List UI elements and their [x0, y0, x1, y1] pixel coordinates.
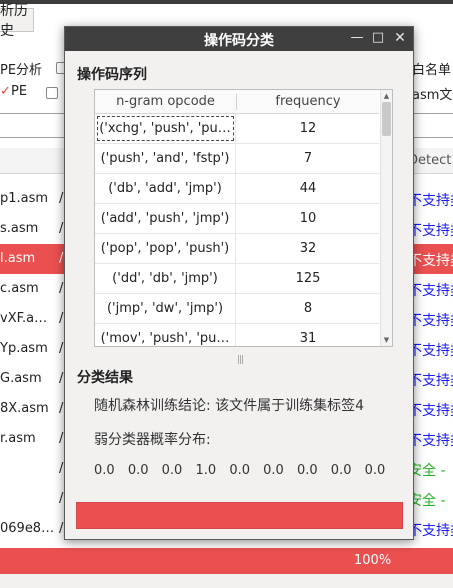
main-progress-text: 100% [354, 553, 392, 568]
table-row[interactable]: ('push', 'and', 'fstp') 7 [95, 144, 379, 174]
pe-checkmark-icon[interactable]: ✓ [0, 84, 11, 99]
file-name: s.asm [0, 221, 39, 236]
detect-status: 不支持类 [408, 223, 453, 239]
probability-value: 0.0 [296, 463, 318, 478]
file-name: c.asm [0, 281, 39, 296]
opcode-cell: ('db', 'add', 'jmp') [95, 174, 236, 203]
maximize-icon[interactable]: □ [370, 30, 386, 46]
table-row[interactable]: ('xchg', 'push', 'pu… 12 [95, 114, 379, 144]
opcode-cell: ('push', 'and', 'fstp') [95, 144, 236, 173]
table-row[interactable]: ('mov', 'push', 'pu… 31 [95, 324, 379, 346]
file-path: / [59, 341, 64, 356]
scroll-up-arrow-icon[interactable]: ▲ [381, 91, 392, 101]
pe-analysis-option-label: PE分析 [0, 63, 43, 78]
opcode-table: n-gram opcode frequency ('xchg', 'push',… [94, 89, 393, 347]
random-forest-conclusion: 随机森林训练结论: 该文件属于训练集标签4 [94, 398, 365, 414]
file-path: / [59, 371, 64, 386]
file-name: G.asm [0, 371, 42, 386]
table-row[interactable]: ('pop', 'pop', 'push') 32 [95, 234, 379, 264]
file-path: / [59, 401, 64, 416]
table-row[interactable]: ('dd', 'db', 'jmp') 125 [95, 264, 379, 294]
file-path: / [59, 191, 64, 206]
opcode-cell: ('mov', 'push', 'pu… [95, 324, 236, 346]
opcode-sequence-heading: 操作码序列 [77, 67, 147, 83]
tab-analysis-history-label: 析历史 [0, 3, 28, 39]
frequency-cell: 10 [299, 211, 317, 226]
file-name: l.asm [0, 251, 36, 266]
detect-status: 不支持类 [408, 403, 453, 419]
column-header-ngram-opcode[interactable]: n-gram opcode [95, 94, 236, 109]
opcode-cell: ('add', 'push', 'jmp') [95, 204, 236, 233]
window-top-strip [0, 0, 453, 4]
frequency-cell: 32 [299, 241, 317, 256]
opcode-table-header: n-gram opcode frequency [95, 90, 379, 114]
frequency-cell: 7 [303, 151, 313, 166]
frequency-cell: 31 [299, 331, 317, 346]
probability-value: 0.0 [364, 463, 386, 478]
detect-status: 不支持类 [408, 253, 453, 269]
frequency-cell: 8 [303, 301, 313, 316]
probability-value: 0.0 [127, 463, 149, 478]
main-progress-bar: 100% [0, 548, 453, 574]
probability-value: 0.0 [263, 463, 284, 478]
opcode-cell: ('pop', 'pop', 'push') [95, 234, 236, 263]
file-path: / [59, 281, 64, 296]
detect-status: 不支持类 [408, 343, 453, 359]
table-row[interactable]: ('db', 'add', 'jmp') 44 [95, 174, 379, 204]
detect-status: 不支持类 [408, 193, 453, 209]
column-header-detect[interactable]: Detect [408, 153, 451, 168]
opcode-cell: ('dd', 'db', 'jmp') [95, 264, 236, 293]
probability-value: 0.0 [229, 463, 250, 478]
file-name: Yp.asm [0, 341, 48, 356]
file-path: / [59, 461, 64, 476]
probability-value: 0.0 [330, 463, 352, 478]
file-name: 8X.asm [0, 401, 49, 416]
detect-status: 不支持类 [408, 283, 453, 299]
close-icon[interactable]: ✕ [392, 30, 408, 46]
probability-value: 0.0 [94, 463, 115, 478]
weak-classifier-label: 弱分类器概率分布: [94, 432, 211, 448]
scroll-down-arrow-icon[interactable]: ▼ [381, 335, 392, 345]
table-row[interactable]: ('jmp', 'dw', 'jmp') 8 [95, 294, 379, 324]
asm-file-option-label: asm文件 [412, 88, 453, 103]
probability-value: 0.0 [161, 463, 183, 478]
file-path: / [59, 311, 64, 326]
splitter-handle-icon[interactable]: ||| [235, 356, 245, 365]
opcode-cell: ('jmp', 'dw', 'jmp') [95, 294, 236, 323]
file-name: p1.asm [0, 191, 49, 206]
detect-status: 不支持类 [408, 433, 453, 449]
column-header-frequency[interactable]: frequency [237, 94, 379, 109]
file-path: / [59, 251, 64, 266]
tab-analysis-history[interactable]: 析历史 [0, 3, 34, 39]
file-path: / [59, 491, 64, 506]
scrollbar-thumb[interactable] [382, 102, 391, 136]
table-row[interactable]: ('add', 'push', 'jmp') 10 [95, 204, 379, 234]
classification-result-heading: 分类结果 [77, 370, 133, 386]
pe-secondary-checkbox[interactable] [46, 87, 58, 99]
file-name: vXF.a… [0, 311, 48, 326]
frequency-cell: 12 [299, 121, 317, 136]
status-bar [0, 574, 453, 588]
detect-status: 不支持类 [408, 523, 453, 539]
dialog-result-bar [76, 502, 403, 529]
table-scrollbar[interactable]: ▲ ▼ [380, 90, 392, 346]
opcode-classification-dialog: 操作码分类 — □ ✕ 操作码序列 n-gram opcode frequenc… [64, 26, 414, 540]
probability-value: 1.0 [195, 463, 217, 478]
file-name: 069e8… [0, 521, 55, 536]
opcode-cell: ('xchg', 'push', 'pu… [95, 114, 236, 143]
pe-option-label: PE [11, 84, 28, 99]
detect-status: 不支持类 [408, 373, 453, 389]
dialog-titlebar[interactable]: 操作码分类 — □ ✕ [65, 27, 413, 51]
frequency-cell: 44 [299, 181, 317, 196]
file-path: / [59, 521, 64, 536]
minimize-icon[interactable]: — [349, 30, 365, 46]
probability-distribution: 0.0 0.0 0.0 1.0 0.0 0.0 0.0 0.0 0.0 [94, 463, 394, 478]
file-path: / [59, 221, 64, 236]
file-name: r.asm [0, 431, 36, 446]
frequency-cell: 125 [295, 271, 321, 286]
file-path: / [59, 431, 64, 446]
detect-status: 不支持类 [408, 313, 453, 329]
whitelist-option-label: 白名单 [412, 63, 452, 78]
